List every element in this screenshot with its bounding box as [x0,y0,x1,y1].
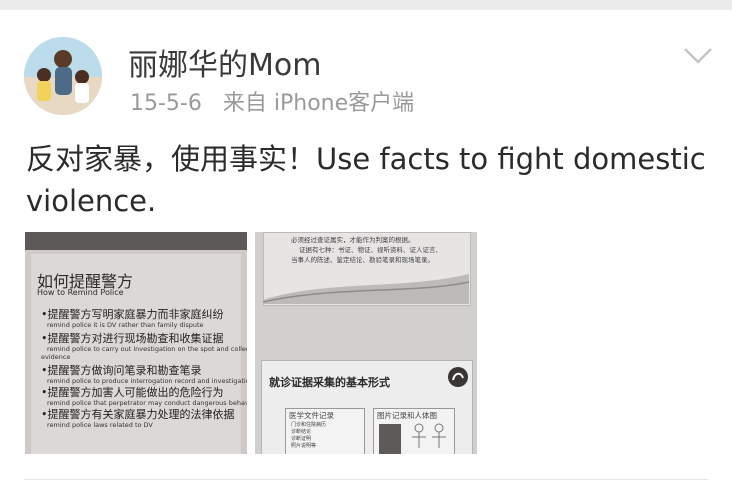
slide-subtitle: How to Remind Police [37,288,124,297]
post-photo-1[interactable]: 如何提醒警方 How to Remind Police •提醒警方写明家庭暴力而… [25,232,247,454]
slide-bullet-en: evidence [41,353,71,361]
slide-box-title: 医学文件记录 [289,411,334,420]
avatar[interactable] [24,37,102,115]
top-bar [0,0,732,10]
slide-bullet-zh: •提醒警方对进行现场勘查和收集证据 [41,332,224,345]
slide-bullet-en: remind police laws related to DV [47,421,153,429]
post-text: 反对家暴，使用事实！Use facts to fight domestic vi… [26,142,706,218]
slide-wave-graphic [263,274,469,304]
author-name[interactable]: 丽娜华的Mom [128,40,321,84]
slide-box-item: 门诊和住院病历 [291,422,327,428]
post-photo-2[interactable]: 必须经过查证属实，才能作为判案的根据。 证据有七种：书证、物证、视听资料、证人证… [255,232,477,454]
chevron-down-icon[interactable] [683,45,713,67]
slide-box-title: 图片记录和人体图 [377,411,437,420]
slide-bullet-zh: •提醒警方做询问笔录和勘查笔录 [41,364,202,377]
slide-bullet-zh: •提醒警方有关家庭暴力处理的法律依据 [41,408,235,421]
slide-logo-icon [448,367,468,387]
slide-body-diagram [379,423,446,454]
slide-bullet-zh: •提醒警方加害人可能做出的危险行为 [41,386,224,399]
slide-bullet-zh: •提醒警方写明家庭暴力而非家庭纠纷 [41,308,224,321]
post-meta: 15-5-6 来自 iPhone客户端 [130,85,428,117]
slide-text: 必须经过查证属实，才能作为判案的根据。 [291,236,415,244]
post-source[interactable]: 来自 iPhone客户端 [223,91,414,116]
slide-bullet-en: remind police it is DV rather than famil… [47,321,204,329]
post-date: 15-5-6 [130,91,202,116]
slide-text: 当事人的陈述、鉴定结论、勘验笔录和现场笔录。 [291,256,434,264]
divider [24,479,708,480]
slide-section-title: 就诊证据采集的基本形式 [269,376,390,389]
avatar-photo [24,37,102,115]
slide-box-item: 照片说明等 [291,443,317,449]
slide-bullet-en: remind police to carry out investigation… [47,345,247,353]
photo-dark-band [25,232,247,250]
slide-box-item: 诊断结论 [291,429,312,435]
slide-text: 证据有七种：书证、物证、视听资料、证人证言、 [299,246,442,254]
slide-box-item: 诊断证明 [291,436,312,442]
